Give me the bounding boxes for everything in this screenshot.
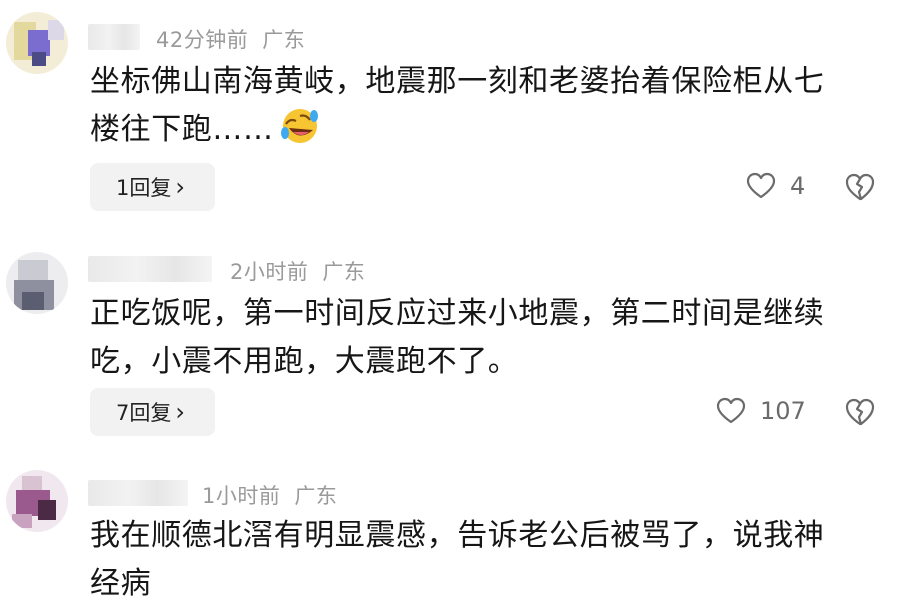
comment-text[interactable]: 我在顺德北滘有明显震感，告诉老公后被骂了，说我神 经病: [90, 512, 890, 608]
avatar[interactable]: [6, 12, 68, 74]
comment-item: 1小时前 广东 我在顺德北滘有明显震感，告诉老公后被骂了，说我神 经病: [0, 466, 922, 609]
comment-text-line: 吃，小震不用跑，大震跑不了。: [90, 344, 519, 379]
comment-location: 广东: [294, 484, 338, 508]
like-count: 107: [760, 397, 806, 425]
comment-text-line: 正吃饭呢，第一时间反应过来小地震，第二时间是继续: [90, 296, 825, 331]
username-blurred[interactable]: [88, 24, 140, 50]
avatar[interactable]: [6, 252, 68, 314]
comment-text[interactable]: 坐标佛山南海黄岐，地震那一刻和老婆抬着保险柜从七 楼往下跑……: [90, 58, 890, 154]
view-replies-button[interactable]: 7回复 ›: [90, 388, 215, 436]
comment-meta: 1小时前 广东: [202, 480, 337, 510]
username-blurred[interactable]: [88, 256, 212, 282]
like-button[interactable]: 4: [746, 172, 805, 200]
replies-count-label: 7回复: [116, 401, 172, 425]
comment-item: 2小时前 广东 正吃饭呢，第一时间反应过来小地震，第二时间是继续 吃，小震不用跑，…: [0, 240, 922, 450]
heart-outline-icon: [746, 172, 776, 199]
broken-heart-icon: [845, 398, 875, 426]
like-count: 4: [790, 172, 806, 200]
comment-text-line: 坐标佛山南海黄岐，地震那一刻和老婆抬着保险柜从七: [90, 64, 825, 99]
comment-meta: 42分钟前 广东: [156, 24, 305, 54]
comment-item: 42分钟前 广东 坐标佛山南海黄岐，地震那一刻和老婆抬着保险柜从七 楼往下跑…… …: [0, 0, 922, 225]
comment-text-line: 楼往下跑……: [90, 106, 890, 154]
comment-time: 42分钟前: [156, 28, 249, 52]
like-button[interactable]: 107: [716, 397, 806, 425]
replies-count-label: 1回复: [116, 176, 172, 200]
comment-time: 1小时前: [202, 484, 281, 508]
comment-meta: 2小时前 广东: [230, 256, 365, 286]
avatar[interactable]: [6, 470, 68, 532]
comment-time: 2小时前: [230, 260, 309, 284]
dislike-button[interactable]: [844, 172, 876, 206]
comment-text[interactable]: 正吃饭呢，第一时间反应过来小地震，第二时间是继续 吃，小震不用跑，大震跑不了。: [90, 290, 890, 386]
comment-location: 广东: [322, 260, 366, 284]
heart-outline-icon: [716, 397, 746, 424]
chevron-right-icon: ›: [175, 398, 185, 426]
comment-location: 广东: [262, 28, 306, 52]
comment-text-line: 我在顺德北滘有明显震感，告诉老公后被骂了，说我神: [90, 518, 825, 553]
broken-heart-icon: [845, 173, 875, 201]
dislike-button[interactable]: [844, 397, 876, 431]
comment-text-line: 经病: [90, 566, 152, 601]
username-blurred[interactable]: [88, 480, 188, 506]
rolling-laughing-emoji-icon: [280, 106, 320, 146]
view-replies-button[interactable]: 1回复 ›: [90, 163, 215, 211]
chevron-right-icon: ›: [175, 173, 185, 201]
